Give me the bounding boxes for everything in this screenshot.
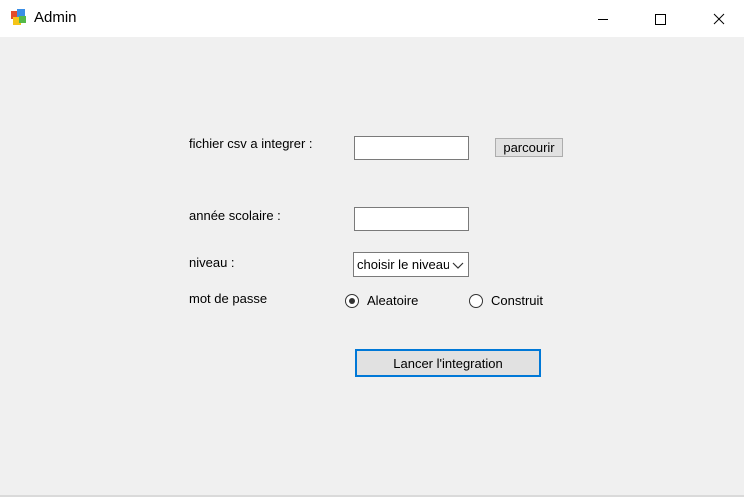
csv-file-input[interactable] (354, 136, 469, 160)
school-year-input[interactable] (354, 207, 469, 231)
start-integration-button[interactable]: Lancer l'integration (355, 349, 541, 377)
level-select-value: choisir le niveau (357, 257, 449, 272)
maximize-button[interactable] (637, 0, 683, 37)
password-label: mot de passe (189, 291, 268, 306)
title-bar[interactable]: Admin (0, 0, 744, 37)
level-label: niveau : (189, 255, 235, 270)
radio-unchecked-icon (469, 293, 483, 308)
close-button[interactable] (696, 0, 742, 37)
minimize-button[interactable] (580, 0, 626, 37)
radio-construit-label: Construit (491, 293, 544, 308)
radio-aleatoire[interactable]: Aleatoire (345, 293, 418, 308)
radio-construit[interactable]: Construit (469, 293, 543, 308)
minimize-icon (598, 18, 608, 20)
browse-button[interactable]: parcourir (495, 138, 563, 157)
radio-checked-icon (345, 293, 359, 308)
csv-file-label: fichier csv a integrer : (189, 136, 313, 151)
app-form-icon (11, 9, 26, 25)
radio-aleatoire-label: Aleatoire (367, 293, 419, 308)
level-select[interactable]: choisir le niveau (353, 252, 469, 277)
school-year-label: année scolaire : (189, 208, 281, 223)
window-title: Admin (34, 9, 77, 26)
chevron-down-icon (452, 262, 464, 269)
close-icon (713, 13, 725, 24)
admin-window: Admin fichier csv a integrer : parcourir… (0, 0, 744, 497)
maximize-icon (655, 13, 666, 25)
